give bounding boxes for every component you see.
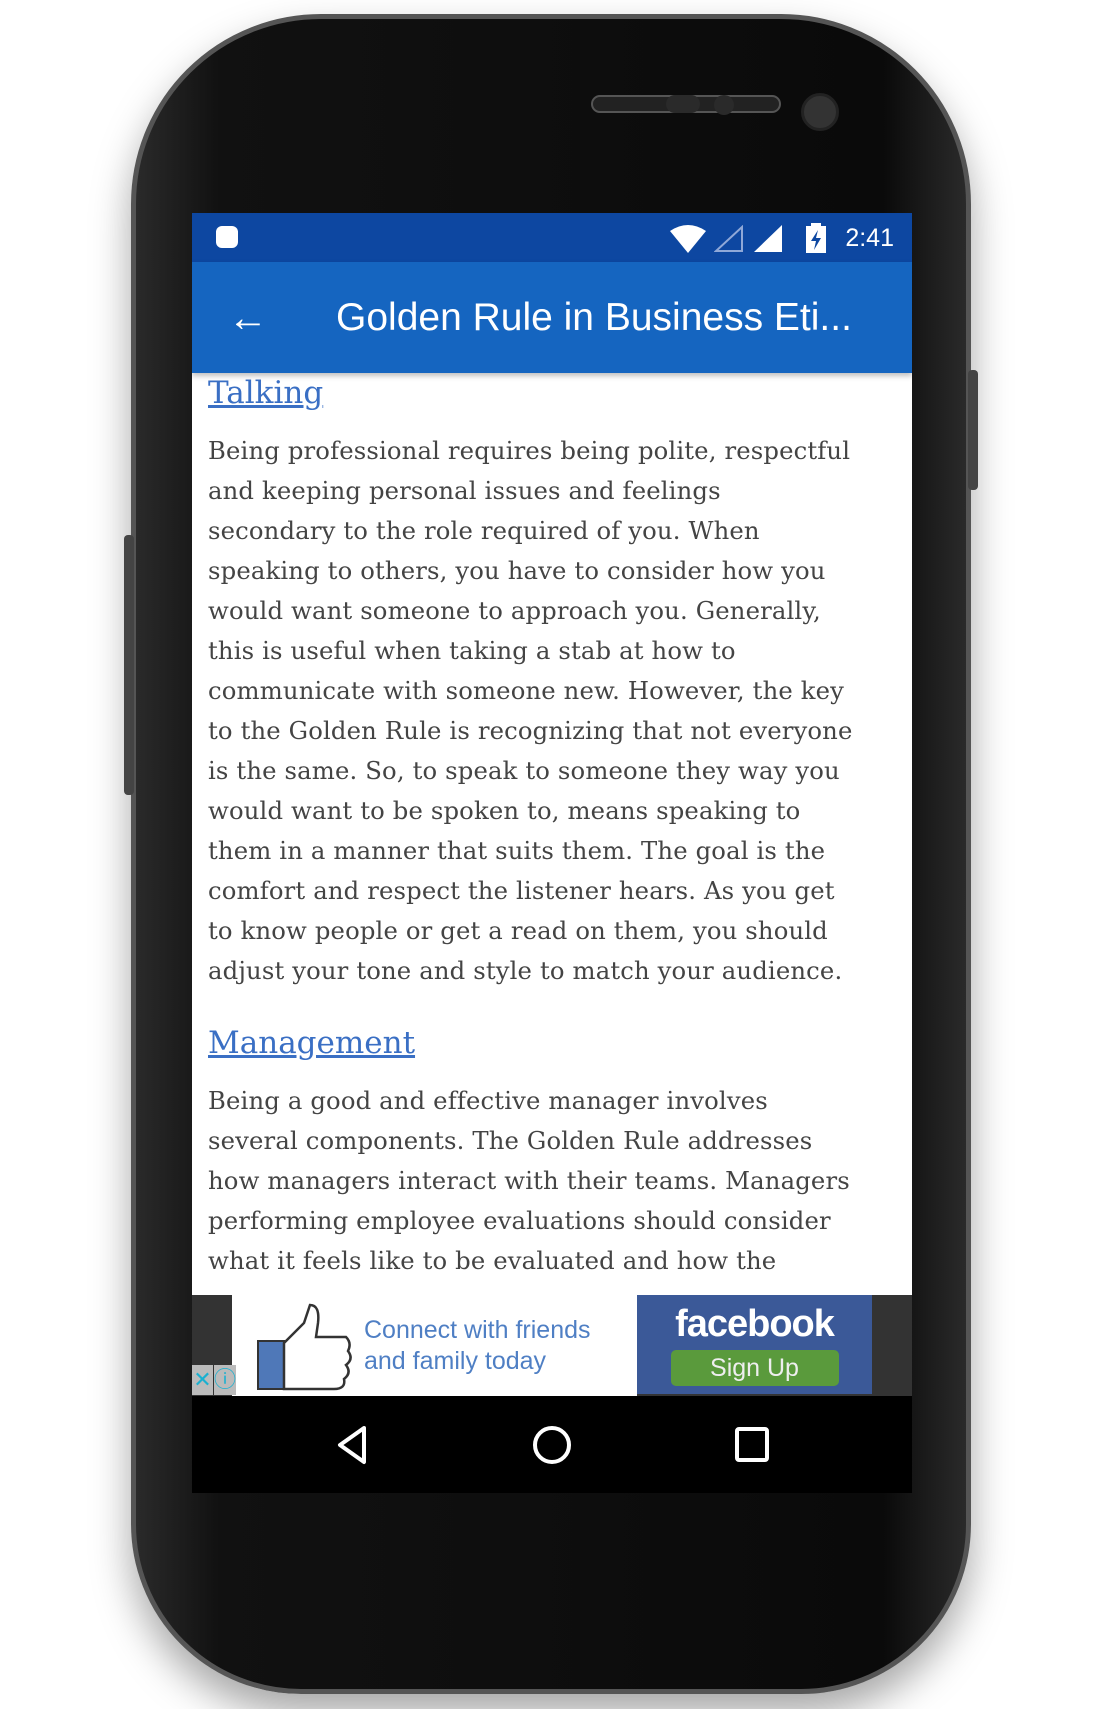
sensor <box>666 95 700 113</box>
signal-empty-icon <box>714 225 743 252</box>
text-line: speaking to others, you have to consider… <box>208 556 826 585</box>
ad-line-1: Connect with friends <box>364 1316 591 1344</box>
sign-up-button[interactable]: Sign Up <box>670 1350 839 1386</box>
ad-line-2: and family today <box>364 1347 547 1375</box>
ad-info-icon[interactable]: ⓘ <box>214 1365 236 1395</box>
wifi-icon <box>670 225 706 253</box>
status-bar: 2:41 <box>192 213 912 262</box>
navigation-bar <box>192 1396 912 1493</box>
page-title: Golden Rule in Business Eti... <box>336 296 852 339</box>
back-nav-icon[interactable] <box>334 1424 374 1466</box>
section-heading-link[interactable]: Talking <box>208 373 896 413</box>
sensor <box>714 95 734 115</box>
volume-button <box>124 535 134 795</box>
recents-nav-icon[interactable] <box>732 1424 772 1466</box>
text-line: adjust your tone and style to match your… <box>208 956 843 985</box>
text-line: comfort and respect the listener hears. … <box>208 876 835 905</box>
section-heading-link[interactable]: Management <box>208 1023 896 1063</box>
screen: 2:41 ← Golden Rule in Business Eti... Ta… <box>192 213 912 1493</box>
text-line: is the same. So, to speak to someone the… <box>208 756 840 785</box>
app-bar: ← Golden Rule in Business Eti... <box>192 262 912 373</box>
text-line: several components. The Golden Rule addr… <box>208 1126 813 1155</box>
text-line: would want to be spoken to, means speaki… <box>208 796 801 825</box>
section-paragraph: Being a good and effective manager invol… <box>208 1081 896 1281</box>
power-button <box>968 370 978 490</box>
text-line: to know people or get a read on them, yo… <box>208 916 828 945</box>
android-debug-icon <box>216 226 238 248</box>
section-paragraph: Being professional requires being polite… <box>208 431 896 991</box>
ad-banner[interactable]: Connect with friends and family today fa… <box>192 1295 912 1396</box>
arrow-left-icon[interactable]: ← <box>228 298 268 338</box>
text-line: Being a good and effective manager invol… <box>208 1086 768 1115</box>
front-camera <box>801 93 839 131</box>
text-line: to the Golden Rule is recognizing that n… <box>208 716 853 745</box>
facebook-logo: facebook <box>675 1303 835 1345</box>
text-line: how managers interact with their teams. … <box>208 1166 850 1195</box>
battery-charging-icon <box>806 223 826 253</box>
thumbs-up-icon <box>257 1303 352 1391</box>
text-line: this is useful when taking a stab at how… <box>208 636 736 665</box>
article-content[interactable]: Talking Being professional requires being… <box>192 373 912 1295</box>
text-line: Being professional requires being polite… <box>208 436 851 465</box>
text-line: secondary to the role required of you. W… <box>208 516 760 545</box>
text-line: performing employee evaluations should c… <box>208 1206 831 1235</box>
text-line: them in a manner that suits them. The go… <box>208 836 826 865</box>
home-nav-icon[interactable] <box>532 1424 572 1466</box>
clock: 2:41 <box>845 224 894 252</box>
ad-close-icon[interactable]: ✕ <box>192 1365 214 1395</box>
text-line: communicate with someone new. However, t… <box>208 676 845 705</box>
signal-full-icon <box>754 225 782 252</box>
text-line: what it feels like to be evaluated and h… <box>208 1246 777 1275</box>
text-line: and keeping personal issues and feelings <box>208 476 721 505</box>
text-line: would want someone to approach you. Gene… <box>208 596 821 625</box>
